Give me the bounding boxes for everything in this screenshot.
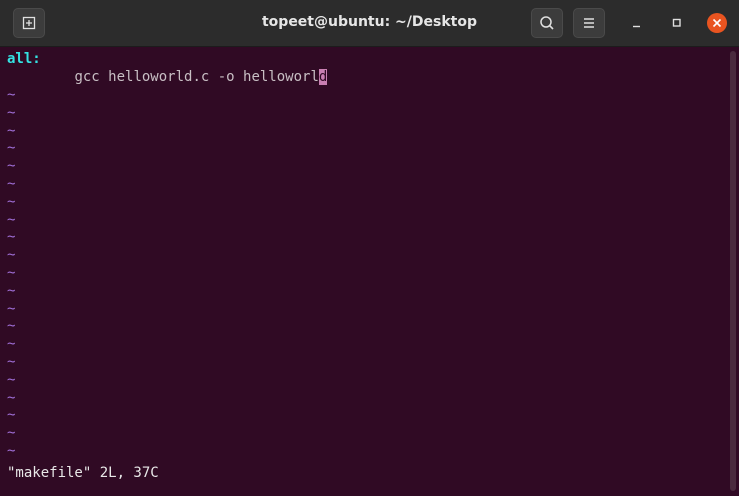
vim-status-line: "makefile" 2L, 37C [7, 465, 159, 481]
empty-line-marker: ~ [7, 193, 16, 210]
empty-line-marker: ~ [7, 229, 16, 246]
close-icon [707, 13, 727, 33]
empty-line-marker: ~ [7, 336, 16, 353]
empty-line-marker: ~ [7, 158, 16, 175]
empty-line-marker: ~ [7, 176, 16, 192]
empty-line-marker: ~ [7, 443, 16, 459]
empty-line-marker: ~ [7, 371, 16, 388]
minimize-button[interactable] [626, 12, 648, 34]
scrollbar-thumb[interactable] [730, 51, 736, 491]
search-icon [540, 16, 554, 30]
terminal-content[interactable]: all: gcc helloworld.c -o helloworld ~ ~ ~ ~… [0, 47, 727, 496]
new-tab-icon [22, 16, 36, 30]
title-bar: topeet@ubuntu: ~/Desktop [0, 0, 739, 47]
minimize-icon [633, 25, 640, 28]
empty-line-marker: ~ [7, 265, 16, 281]
maximize-button[interactable] [666, 12, 688, 34]
empty-line-marker: ~ [7, 282, 16, 299]
empty-line-marker: ~ [7, 318, 16, 335]
search-button[interactable] [531, 8, 563, 38]
new-tab-button[interactable] [13, 8, 45, 38]
scrollbar[interactable] [727, 47, 739, 496]
empty-line-marker: ~ [7, 211, 16, 228]
command-text: gcc helloworld.c -o helloworl [74, 69, 319, 85]
empty-line-marker: ~ [7, 407, 16, 424]
empty-line-marker: ~ [7, 122, 16, 139]
empty-line-marker: ~ [7, 300, 16, 317]
makefile-target-label: all: [7, 51, 41, 67]
close-button[interactable] [706, 12, 728, 34]
empty-line-marker: ~ [7, 104, 16, 121]
text-cursor: d [318, 69, 328, 85]
empty-line-marker: ~ [7, 140, 16, 157]
empty-line-marker: ~ [7, 389, 16, 406]
empty-line-marker: ~ [7, 247, 16, 264]
empty-line-marker: ~ [7, 425, 16, 442]
empty-line-marker: ~ [7, 87, 16, 103]
empty-line-marker: ~ [7, 354, 16, 370]
terminal-window: topeet@ubuntu: ~/Desktop all: gcc hellow… [0, 0, 739, 496]
makefile-command-line: gcc helloworld.c -o helloworld [7, 68, 328, 86]
maximize-icon [672, 18, 681, 27]
hamburger-menu-icon [584, 18, 594, 28]
menu-button[interactable] [573, 8, 605, 38]
